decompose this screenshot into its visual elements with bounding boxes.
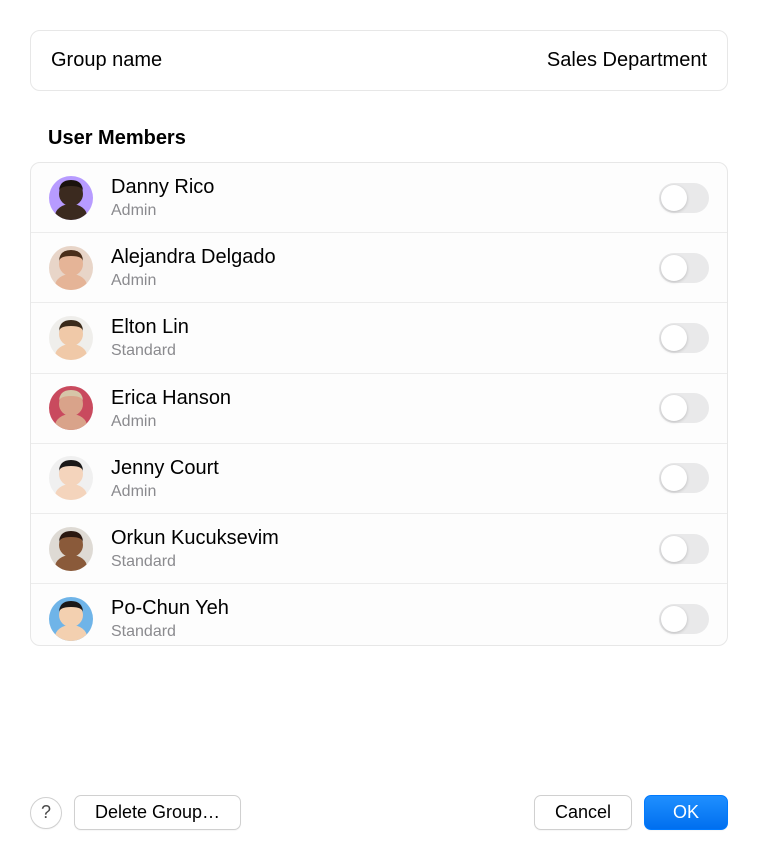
member-role: Admin	[111, 201, 659, 220]
member-toggle[interactable]	[659, 183, 709, 213]
member-name: Alejandra Delgado	[111, 245, 659, 269]
member-row: Jenny Court Admin	[31, 444, 727, 514]
member-role: Standard	[111, 341, 659, 360]
member-role: Admin	[111, 482, 659, 501]
member-info: Erica Hanson Admin	[111, 386, 659, 431]
section-title-user-members: User Members	[30, 127, 728, 150]
member-role: Admin	[111, 412, 659, 431]
member-name: Elton Lin	[111, 315, 659, 339]
help-button[interactable]: ?	[30, 797, 62, 829]
member-name: Jenny Court	[111, 456, 659, 480]
group-name-value: Sales Department	[547, 49, 707, 72]
member-row: Elton Lin Standard	[31, 303, 727, 373]
member-toggle[interactable]	[659, 463, 709, 493]
member-role: Admin	[111, 271, 659, 290]
member-toggle[interactable]	[659, 253, 709, 283]
avatar	[49, 386, 93, 430]
member-role: Standard	[111, 622, 659, 641]
avatar	[49, 597, 93, 641]
member-row: Orkun Kucuksevim Standard	[31, 514, 727, 584]
member-info: Elton Lin Standard	[111, 315, 659, 360]
avatar	[49, 527, 93, 571]
member-row: Po-Chun Yeh Standard	[31, 584, 727, 645]
user-members-list: Danny Rico Admin Alejandra Delgado Admin E…	[30, 162, 728, 646]
member-name: Po-Chun Yeh	[111, 596, 659, 620]
member-toggle[interactable]	[659, 604, 709, 634]
delete-group-button[interactable]: Delete Group…	[74, 795, 241, 830]
member-name: Erica Hanson	[111, 386, 659, 410]
group-name-row[interactable]: Group name Sales Department	[30, 30, 728, 91]
member-row: Erica Hanson Admin	[31, 374, 727, 444]
member-info: Orkun Kucuksevim Standard	[111, 526, 659, 571]
avatar	[49, 456, 93, 500]
cancel-button[interactable]: Cancel	[534, 795, 632, 830]
member-info: Alejandra Delgado Admin	[111, 245, 659, 290]
avatar	[49, 246, 93, 290]
group-name-label: Group name	[51, 49, 162, 72]
member-toggle[interactable]	[659, 393, 709, 423]
avatar	[49, 316, 93, 360]
dialog-footer: ? Delete Group… Cancel OK	[30, 775, 728, 830]
member-name: Orkun Kucuksevim	[111, 526, 659, 550]
ok-button[interactable]: OK	[644, 795, 728, 830]
avatar	[49, 176, 93, 220]
member-toggle[interactable]	[659, 323, 709, 353]
member-row: Alejandra Delgado Admin	[31, 233, 727, 303]
member-toggle[interactable]	[659, 534, 709, 564]
member-info: Danny Rico Admin	[111, 175, 659, 220]
member-info: Po-Chun Yeh Standard	[111, 596, 659, 641]
member-name: Danny Rico	[111, 175, 659, 199]
member-row: Danny Rico Admin	[31, 163, 727, 233]
member-role: Standard	[111, 552, 659, 571]
member-info: Jenny Court Admin	[111, 456, 659, 501]
